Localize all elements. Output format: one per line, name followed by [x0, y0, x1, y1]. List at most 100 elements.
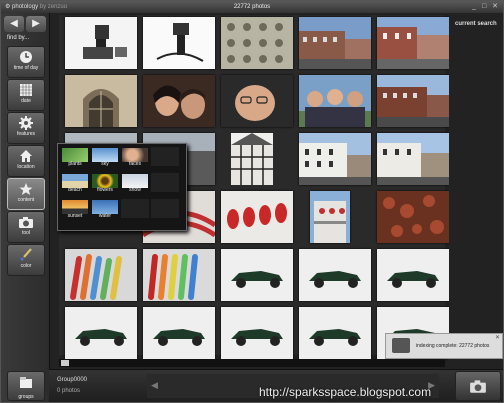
scrollbar-thumb[interactable] — [61, 360, 69, 366]
back-button[interactable]: ◀ — [4, 16, 24, 32]
indexing-toast: indexing complete: 22772 photos ✕ — [385, 333, 503, 359]
sidebar-item-content[interactable]: content — [7, 178, 45, 210]
photo-thumbnail[interactable] — [221, 249, 293, 301]
flowers-thumb — [92, 174, 118, 188]
content-option-label: faces — [129, 161, 141, 167]
snow-thumb — [122, 174, 148, 188]
faces-thumb — [122, 148, 148, 162]
window-title: 22772 photos — [233, 4, 271, 10]
forward-button[interactable]: ▶ — [26, 16, 46, 32]
sidebar-item-label: time of day — [13, 65, 39, 71]
brick-street-photo — [377, 75, 449, 127]
group-friends-photo — [299, 75, 371, 127]
church-window-photo — [65, 75, 137, 127]
content-option-label: sunset — [67, 213, 83, 219]
sidebar: ◀ ▶ find by... time of day date features… — [1, 13, 50, 402]
white-street-photo — [299, 133, 371, 185]
content-option-water[interactable]: water — [91, 199, 119, 219]
photo-thumbnail[interactable] — [221, 307, 293, 359]
white-street-photo-2 — [377, 133, 449, 185]
content-option-snow[interactable]: snow — [121, 173, 149, 193]
grid-scrollbar[interactable] — [59, 359, 445, 367]
photo-thumbnail[interactable] — [143, 17, 215, 69]
sidebar-item-tool[interactable]: tool — [7, 211, 45, 243]
toast-text: indexing complete: 22772 photos — [416, 343, 490, 349]
star-icon — [19, 183, 33, 195]
photo-thumbnail[interactable] — [299, 75, 371, 127]
content-option-label: sky — [101, 161, 109, 167]
photo-thumbnail[interactable] — [377, 17, 449, 69]
photo-thumbnail[interactable] — [143, 75, 215, 127]
photo-thumbnail[interactable] — [299, 249, 371, 301]
folder-icon — [20, 377, 32, 388]
photo-thumbnail[interactable] — [143, 249, 215, 301]
photo-thumbnail[interactable] — [65, 307, 137, 359]
photo-thumbnail[interactable] — [299, 17, 371, 69]
model-car-photo — [143, 307, 215, 359]
window-controls[interactable]: _ □ ✕ — [472, 1, 500, 13]
photo-thumbnail[interactable] — [221, 191, 293, 243]
photo-thumbnail[interactable] — [377, 191, 449, 243]
photo-thumbnail[interactable] — [65, 249, 137, 301]
sky-thumb — [92, 148, 118, 162]
sidebar-item-label: location — [17, 164, 35, 170]
photo-thumbnail[interactable] — [221, 133, 293, 185]
sidebar-item-date[interactable]: date — [7, 79, 45, 111]
current-search-label: current search — [455, 21, 497, 27]
sidebar-item-time-of-day[interactable]: time of day — [7, 46, 45, 78]
sidebar-item-color[interactable]: color — [7, 244, 45, 276]
camera-icon — [470, 380, 486, 393]
photo-thumbnail[interactable] — [299, 307, 371, 359]
street-houses-photo — [299, 17, 371, 69]
photo-thumbnail[interactable] — [299, 133, 371, 185]
house-icon — [20, 150, 32, 162]
content-option-beach[interactable]: beach — [61, 173, 89, 193]
sidebar-item-location[interactable]: location — [7, 145, 45, 177]
sunset-thumb — [62, 200, 88, 214]
model-car-photo — [221, 249, 293, 301]
lattice-wall-photo — [221, 17, 293, 69]
photo-thumbnail[interactable] — [65, 17, 137, 69]
close-icon[interactable]: ✕ — [495, 334, 500, 341]
groups-button[interactable]: groups — [7, 371, 45, 401]
title-bar: ⚙ photology by zenzuu 22772 photos _ □ ✕ — [1, 1, 503, 13]
photo-thumbnail[interactable] — [221, 17, 293, 69]
sidebar-item-label: content — [17, 197, 35, 203]
photo-thumbnail[interactable] — [143, 307, 215, 359]
app-window: ⚙ photology by zenzuu 22772 photos _ □ ✕… — [0, 0, 504, 403]
pastels-photo-2 — [143, 249, 215, 301]
photo-thumbnail[interactable] — [377, 75, 449, 127]
content-option-label: flowers — [97, 187, 113, 193]
content-option-empty — [121, 199, 149, 218]
model-car-photo — [65, 307, 137, 359]
camera-flash-photo — [65, 17, 137, 69]
flash-unit-photo — [143, 17, 215, 69]
photo-thumbnail[interactable] — [310, 191, 350, 243]
content-option-flowers[interactable]: flowers — [91, 173, 119, 193]
content-option-label: water — [98, 213, 112, 219]
terrace-houses-photo — [377, 17, 449, 69]
content-option-plants[interactable]: plants — [61, 147, 89, 167]
content-option-sunset[interactable]: sunset — [61, 199, 89, 219]
clock-icon — [20, 51, 32, 63]
sidebar-item-label: color — [20, 263, 32, 269]
sidebar-item-label: features — [16, 131, 36, 137]
content-option-label: plants — [68, 161, 82, 167]
folder-icon — [392, 338, 410, 353]
camera-button[interactable] — [455, 371, 501, 401]
group-name: Group0000 — [57, 377, 88, 383]
content-option-label: snow — [129, 187, 141, 193]
filmstrip-left-arrow-icon[interactable]: ◀ — [151, 380, 158, 391]
gear-icon — [19, 116, 33, 130]
photo-thumbnail[interactable] — [65, 75, 137, 127]
photo-thumbnail[interactable] — [377, 249, 449, 301]
content-option-label: beach — [68, 187, 82, 193]
content-option-empty — [151, 147, 179, 166]
photo-thumbnail[interactable] — [221, 75, 293, 127]
content-option-faces[interactable]: faces — [121, 147, 149, 167]
photo-thumbnail[interactable] — [377, 133, 449, 185]
find-by-label: find by... — [7, 35, 30, 41]
sidebar-item-label: date — [21, 98, 31, 104]
sidebar-item-features[interactable]: features — [7, 112, 45, 144]
content-option-sky[interactable]: sky — [91, 147, 119, 167]
